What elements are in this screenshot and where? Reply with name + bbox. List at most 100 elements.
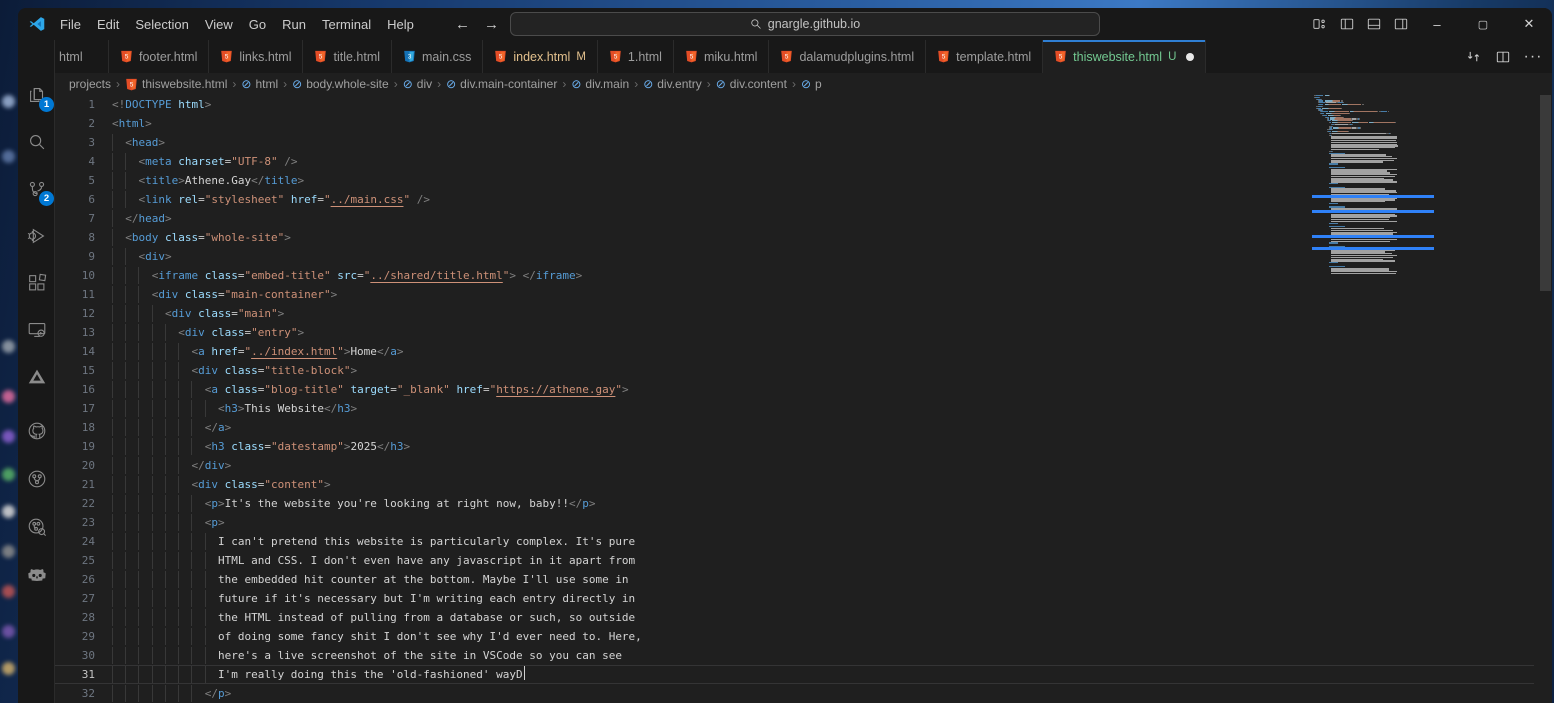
breadcrumb-item-div-main[interactable]: ⊘div.main: [571, 77, 629, 91]
menu-edit[interactable]: Edit: [89, 13, 127, 36]
activity-run-debug-icon[interactable]: [24, 223, 50, 249]
indent-guide: [152, 381, 153, 398]
customize-layout-icon[interactable]: [1306, 8, 1333, 40]
code-line-18[interactable]: 18 </a>: [55, 418, 1534, 437]
tab-miku-html[interactable]: 5miku.html: [674, 40, 769, 73]
breadcrumb-item-div-content[interactable]: ⊘div.content: [716, 77, 787, 91]
code-line-32[interactable]: 32 </p>: [55, 684, 1534, 703]
minimap[interactable]: [1314, 95, 1426, 655]
maximize-button[interactable]: ▢: [1460, 8, 1506, 40]
nav-back-button[interactable]: ←: [455, 16, 470, 33]
menu-run[interactable]: Run: [274, 13, 314, 36]
activity-godot-tools-icon[interactable]: [24, 562, 50, 588]
code-line-11[interactable]: 11 <div class="main-container">: [55, 285, 1534, 304]
code-line-9[interactable]: 9 <div>: [55, 247, 1534, 266]
menu-help[interactable]: Help: [379, 13, 422, 36]
activity-github-icon[interactable]: [24, 418, 50, 444]
tab-1-html[interactable]: 51.html: [598, 40, 674, 73]
toggle-secondary-sidebar-icon[interactable]: [1387, 8, 1414, 40]
code-line-4[interactable]: 4 <meta charset="UTF-8" />: [55, 152, 1534, 171]
tab-title-html[interactable]: 5title.html: [303, 40, 392, 73]
code-line-25[interactable]: 25 HTML and CSS. I don't even have any j…: [55, 551, 1534, 570]
indent-guide: [205, 590, 206, 607]
code-line-31[interactable]: 31 I'm really doing this the 'old-fashio…: [55, 665, 1534, 684]
breadcrumb-item-thiswebsite-html[interactable]: 5thiswebsite.html: [125, 77, 227, 91]
scrollbar-thumb[interactable]: [1540, 95, 1551, 291]
code-line-24[interactable]: 24 I can't pretend this website is parti…: [55, 532, 1534, 551]
code-line-30[interactable]: 30 here's a live screenshot of the site …: [55, 646, 1534, 665]
tab-html[interactable]: html: [55, 40, 109, 73]
code-line-19[interactable]: 19 <h3 class="datestamp">2025</h3>: [55, 437, 1534, 456]
vertical-scrollbar[interactable]: [1539, 95, 1552, 703]
tab-index-html[interactable]: 5index.htmlM: [483, 40, 598, 73]
code-line-6[interactable]: 6 <link rel="stylesheet" href="../main.c…: [55, 190, 1534, 209]
code-line-20[interactable]: 20 </div>: [55, 456, 1534, 475]
code-text[interactable]: </p>: [95, 685, 1534, 702]
activity-triangle-extension-icon[interactable]: [24, 364, 50, 390]
code-line-15[interactable]: 15 <div class="title-block">: [55, 361, 1534, 380]
activity-git-graph-search-icon[interactable]: [24, 514, 50, 540]
line-number: 11: [55, 286, 95, 303]
menu-file[interactable]: File: [52, 13, 89, 36]
toggle-panel-icon[interactable]: [1360, 8, 1387, 40]
unsaved-dot-icon[interactable]: [1186, 53, 1194, 61]
open-changes-icon[interactable]: [1462, 46, 1484, 68]
indent-guide: [152, 609, 153, 626]
menu-selection[interactable]: Selection: [127, 13, 196, 36]
code-line-5[interactable]: 5 <title>Athene.Gay</title>: [55, 171, 1534, 190]
tab-footer-html[interactable]: 5footer.html: [109, 40, 209, 73]
indent-guide: [152, 343, 153, 360]
code-line-12[interactable]: 12 <div class="main">: [55, 304, 1534, 323]
menu-terminal[interactable]: Terminal: [314, 13, 379, 36]
breadcrumb-item-body-whole-site[interactable]: ⊘body.whole-site: [292, 77, 389, 91]
code-line-29[interactable]: 29 of doing some fancy shit I don't see …: [55, 627, 1534, 646]
code-editor[interactable]: 1<!DOCTYPE html>2<html>3 <head>4 <meta c…: [55, 95, 1534, 703]
code-line-28[interactable]: 28 the HTML instead of pulling from a da…: [55, 608, 1534, 627]
menu-view[interactable]: View: [197, 13, 241, 36]
tab-links-html[interactable]: 5links.html: [209, 40, 303, 73]
toggle-primary-sidebar-icon[interactable]: [1333, 8, 1360, 40]
code-line-22[interactable]: 22 <p>It's the website you're looking at…: [55, 494, 1534, 513]
code-line-26[interactable]: 26 the embedded hit counter at the botto…: [55, 570, 1534, 589]
activity-search-icon[interactable]: [24, 129, 50, 155]
code-line-14[interactable]: 14 <a href="../index.html">Home</a>: [55, 342, 1534, 361]
code-line-13[interactable]: 13 <div class="entry">: [55, 323, 1534, 342]
more-actions-icon[interactable]: ···: [1522, 46, 1544, 68]
code-text[interactable]: I'm really doing this the 'old-fashioned…: [95, 666, 1534, 683]
code-line-2[interactable]: 2<html>: [55, 114, 1534, 133]
activity-extensions-icon[interactable]: [24, 270, 50, 296]
breadcrumb-item-div-entry[interactable]: ⊘div.entry: [643, 77, 702, 91]
breadcrumb-item-div-main-container[interactable]: ⊘div.main-container: [446, 77, 557, 91]
breadcrumb-item-html[interactable]: ⊘html: [241, 77, 278, 91]
code-line-16[interactable]: 16 <a class="blog-title" target="_blank"…: [55, 380, 1534, 399]
close-button[interactable]: ✕: [1506, 8, 1552, 40]
indent-guide: [152, 457, 153, 474]
code-line-21[interactable]: 21 <div class="content">: [55, 475, 1534, 494]
code-line-17[interactable]: 17 <h3>This Website</h3>: [55, 399, 1534, 418]
tab-main-css[interactable]: 3main.css: [392, 40, 483, 73]
breadcrumb-item-div[interactable]: ⊘div: [403, 77, 432, 91]
nav-forward-button[interactable]: →: [484, 16, 499, 33]
minimize-button[interactable]: –: [1414, 8, 1460, 40]
line-number: 24: [55, 533, 95, 550]
svg-text:5: 5: [130, 81, 134, 88]
code-line-27[interactable]: 27 future if it's necessary but I'm writ…: [55, 589, 1534, 608]
breadcrumb-item-p[interactable]: ⊘p: [801, 77, 822, 91]
activity-remote-explorer-icon[interactable]: [24, 317, 50, 343]
menu-go[interactable]: Go: [241, 13, 274, 36]
tab-template-html[interactable]: 5template.html: [926, 40, 1043, 73]
code-line-23[interactable]: 23 <p>: [55, 513, 1534, 532]
code-line-3[interactable]: 3 <head>: [55, 133, 1534, 152]
activity-git-graph-icon[interactable]: [24, 466, 50, 492]
split-editor-icon[interactable]: [1492, 46, 1514, 68]
activity-source-control-icon[interactable]: 2: [24, 176, 50, 202]
code-line-8[interactable]: 8 <body class="whole-site">: [55, 228, 1534, 247]
breadcrumb-item-projects[interactable]: projects: [69, 77, 111, 91]
tab-thiswebsite-html[interactable]: 5thiswebsite.htmlU: [1043, 40, 1206, 73]
activity-explorer-icon[interactable]: 1: [24, 82, 50, 108]
tab-dalamudplugins-html[interactable]: 5dalamudplugins.html: [769, 40, 926, 73]
code-line-10[interactable]: 10 <iframe class="embed-title" src="../s…: [55, 266, 1534, 285]
menu-bar: FileEditSelectionViewGoRunTerminalHelp: [52, 8, 422, 40]
command-center-search[interactable]: gnargle.github.io: [510, 12, 1100, 36]
code-line-1[interactable]: 1<!DOCTYPE html>: [55, 95, 1534, 114]
